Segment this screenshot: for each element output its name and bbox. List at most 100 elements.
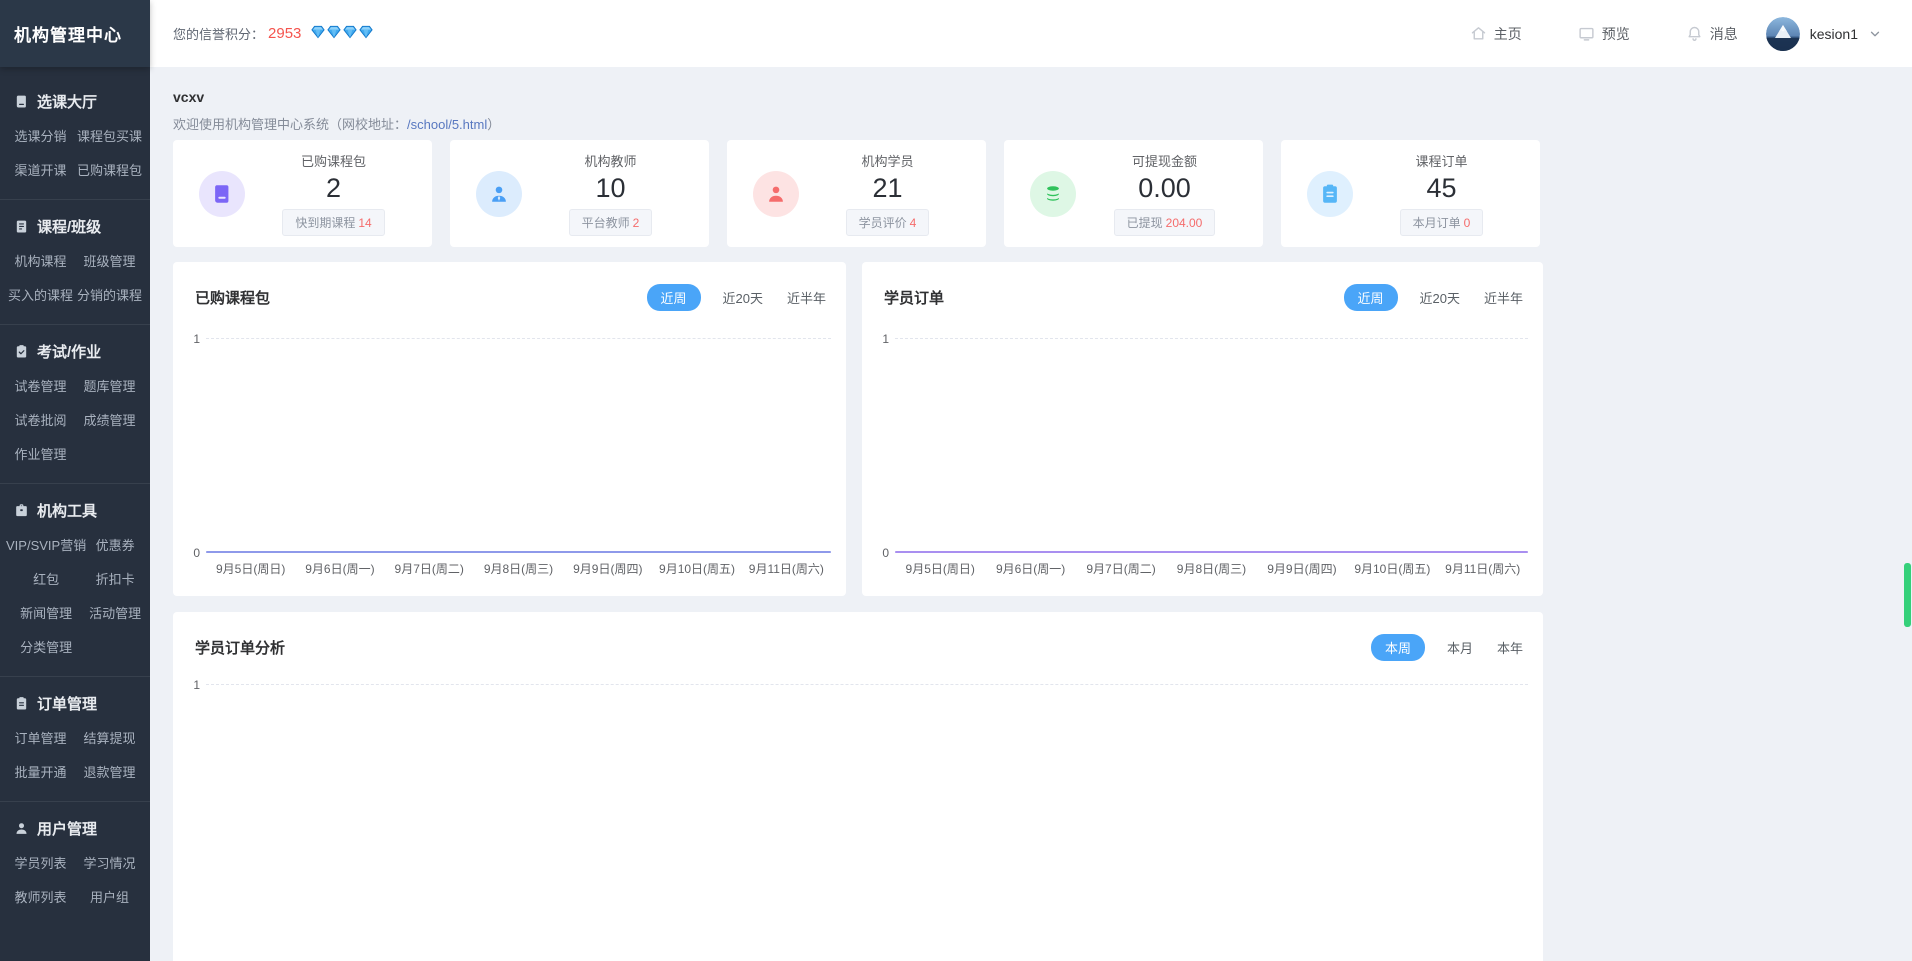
sidebar-item[interactable]: 折扣卡 [86, 569, 144, 588]
chart-header: 学员订单 近周近20天近半年 [862, 262, 1543, 318]
sidebar-item[interactable]: 分类管理 [6, 637, 86, 656]
sidebar-item[interactable]: 买入的课程 [6, 285, 75, 304]
chart-title: 学员订单分析 [195, 637, 285, 658]
book-icon [14, 94, 29, 109]
x-axis-tick: 9月11日(周六) [1438, 560, 1528, 577]
line-chart: 109月5日(周日)9月6日(周一)9月7日(周二)9月8日(周三)9月9日(周… [895, 338, 1528, 552]
sidebar-item[interactable]: 订单管理 [6, 728, 75, 747]
diamond-icon [343, 25, 357, 42]
diamond-icon [327, 25, 341, 42]
sidebar-item[interactable]: 学员列表 [6, 853, 75, 872]
main-content: vcxv 欢迎使用机构管理中心系统（网校地址：/school/5.html） 已… [150, 67, 1912, 961]
sidebar-section-header: 选课大厅 [0, 91, 150, 112]
stat-value: 0.00 [1138, 174, 1191, 202]
x-axis-tick: 9月10日(周五) [652, 560, 741, 577]
chart-tab[interactable]: 本周 [1371, 634, 1425, 661]
sidebar-item[interactable]: 新闻管理 [6, 603, 86, 622]
stat-badge[interactable]: 本月订单0 [1400, 209, 1484, 236]
sidebar-item[interactable]: 班级管理 [75, 251, 144, 270]
stat-body: 课程订单45本月订单0 [1353, 151, 1530, 235]
sidebar-item[interactable]: 选课分销 [6, 126, 75, 145]
stat-badge[interactable]: 学员评价4 [846, 209, 930, 236]
stat-body: 可提现金额0.00已提现204.00 [1076, 151, 1253, 235]
stat-badge[interactable]: 快到期课程14 [282, 209, 384, 236]
sidebar-item[interactable]: 题库管理 [75, 376, 144, 395]
sidebar-menu: 选课大厅选课分销课程包买课渠道开课已购课程包课程/班级机构课程班级管理买入的课程… [0, 67, 150, 926]
x-axis-tick: 9月5日(周日) [895, 560, 985, 577]
stat-value: 21 [872, 174, 902, 202]
sidebar-section-items: 机构课程班级管理买入的课程分销的课程 [0, 251, 150, 304]
sidebar-item[interactable]: 成绩管理 [75, 410, 144, 429]
x-axis-tick: 9月6日(周一) [985, 560, 1075, 577]
stat-card: 已购课程包2快到期课程14 [173, 140, 432, 247]
scrollbar-thumb[interactable] [1904, 563, 1911, 627]
stat-badge-label: 已提现 [1127, 216, 1163, 230]
sidebar-section-header: 用户管理 [0, 818, 150, 839]
sidebar-item[interactable]: 试卷批阅 [6, 410, 75, 429]
sidebar-item[interactable]: 学习情况 [75, 853, 144, 872]
sidebar-item[interactable]: 作业管理 [6, 444, 75, 463]
home-icon [1470, 25, 1487, 42]
sidebar-item[interactable]: VIP/SVIP营销 [6, 535, 86, 554]
chart-tab[interactable]: 近周 [1344, 284, 1398, 311]
coins-icon [1030, 171, 1076, 217]
credit-score: 您的信誉积分： 2953 [173, 24, 373, 43]
chart-tab[interactable]: 近20天 [1418, 284, 1462, 311]
sidebar-item[interactable]: 试卷管理 [6, 376, 75, 395]
chart-tab[interactable]: 近20天 [721, 284, 765, 311]
x-axis-labels: 9月5日(周日)9月6日(周一)9月7日(周二)9月8日(周三)9月9日(周四)… [206, 560, 831, 577]
sidebar-section: 订单管理订单管理结算提现批量开通退款管理 [0, 676, 150, 801]
sidebar-item[interactable]: 优惠券 [86, 535, 144, 554]
sidebar-item[interactable]: 活动管理 [86, 603, 144, 622]
credit-value: 2953 [268, 25, 301, 42]
topnav-bell[interactable]: 消息 [1686, 24, 1738, 44]
stat-badge-label: 平台教师 [582, 216, 630, 230]
x-axis-tick: 9月10日(周五) [1347, 560, 1437, 577]
user-menu[interactable]: kesion1 [1766, 17, 1882, 51]
sidebar-item[interactable]: 批量开通 [6, 762, 75, 781]
sidebar-item[interactable]: 用户组 [75, 887, 144, 906]
topnav-home[interactable]: 主页 [1470, 24, 1522, 44]
sidebar-item[interactable]: 红包 [6, 569, 86, 588]
diamond-icon [359, 25, 373, 42]
sidebar-item[interactable]: 教师列表 [6, 887, 75, 906]
welcome-block: vcxv 欢迎使用机构管理中心系统（网校地址：/school/5.html） [173, 89, 500, 133]
chart-card-purchased-packages: 已购课程包近周近20天近半年109月5日(周日)9月6日(周一)9月7日(周二)… [173, 262, 846, 596]
chart-title: 学员订单 [884, 287, 944, 308]
chart-tab[interactable]: 近周 [647, 284, 701, 311]
topnav-label: 预览 [1602, 24, 1630, 44]
x-axis-tick: 9月8日(周三) [474, 560, 563, 577]
sidebar-item[interactable]: 课程包买课 [75, 126, 144, 145]
line-chart: 1 [206, 684, 1528, 961]
sidebar-item[interactable]: 退款管理 [75, 762, 144, 781]
chart-tab[interactable]: 本年 [1495, 634, 1525, 661]
y-axis-tick: 0 [869, 546, 889, 560]
sidebar-item[interactable]: 分销的课程 [75, 285, 144, 304]
sidebar-section-header: 机构工具 [0, 500, 150, 521]
topnav-monitor[interactable]: 预览 [1578, 24, 1630, 44]
school-url-link[interactable]: /school/5.html [407, 117, 487, 132]
avatar[interactable] [1766, 17, 1800, 51]
chart-range-tabs: 近周近20天近半年 [1344, 284, 1526, 311]
chart-title: 已购课程包 [195, 287, 270, 308]
stat-badge[interactable]: 平台教师2 [569, 209, 653, 236]
sidebar-item[interactable]: 结算提现 [75, 728, 144, 747]
sidebar-section-title: 课程/班级 [37, 216, 101, 237]
topbar: 您的信誉积分： 2953 主页 预览 消息 kesion1 [150, 0, 1912, 67]
stat-label: 已购课程包 [301, 151, 366, 170]
gridline: 1 [206, 684, 1528, 685]
sidebar-item[interactable]: 已购课程包 [75, 160, 144, 179]
x-axis-tick: 9月7日(周二) [385, 560, 474, 577]
stat-badge-label: 学员评价 [859, 216, 907, 230]
chart-tab[interactable]: 近半年 [1482, 284, 1525, 311]
chart-tab[interactable]: 近半年 [785, 284, 828, 311]
sidebar-section-title: 选课大厅 [37, 91, 97, 112]
sidebar-item[interactable]: 机构课程 [6, 251, 75, 270]
stat-badge[interactable]: 已提现204.00 [1114, 209, 1216, 236]
chart-tab[interactable]: 本月 [1445, 634, 1475, 661]
briefcase-icon [14, 503, 29, 518]
order-clipboard-icon [1307, 171, 1353, 217]
sidebar-section: 课程/班级机构课程班级管理买入的课程分销的课程 [0, 199, 150, 324]
sidebar-section: 选课大厅选课分销课程包买课渠道开课已购课程包 [0, 75, 150, 199]
sidebar-item[interactable]: 渠道开课 [6, 160, 75, 179]
